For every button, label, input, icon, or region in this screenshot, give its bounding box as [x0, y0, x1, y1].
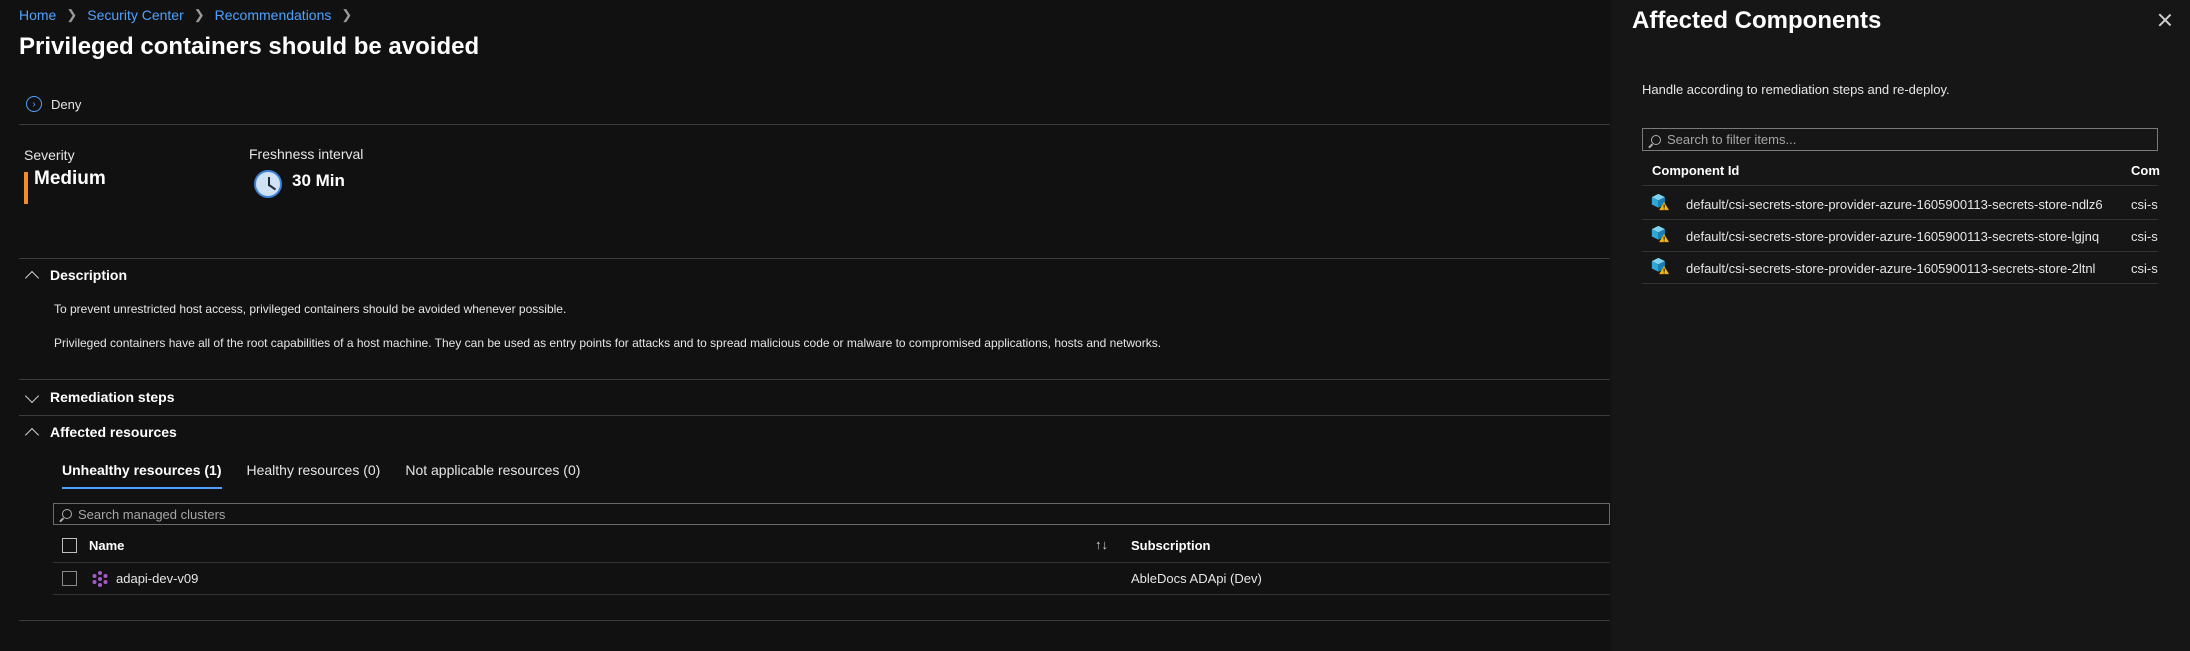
affected-resources-section-toggle[interactable]: Affected resources — [24, 424, 177, 442]
severity-value: Medium — [34, 168, 106, 189]
kubernetes-cluster-icon — [92, 571, 108, 587]
component-id-cell: default/csi-secrets-store-provider-azure… — [1686, 229, 2100, 244]
chevron-down-icon — [24, 388, 40, 403]
chevron-up-icon — [24, 270, 40, 285]
panel-title: Affected Components — [1632, 7, 1882, 34]
breadcrumb-security-center[interactable]: Security Center — [87, 7, 183, 23]
component-id-cell: default/csi-secrets-store-provider-azure… — [1686, 197, 2103, 212]
tab-not-applicable-resources[interactable]: Not applicable resources (0) — [405, 462, 580, 489]
remediation-heading: Remediation steps — [50, 389, 175, 405]
breadcrumb-recommendations[interactable]: Recommendations — [215, 7, 332, 23]
description-section-toggle[interactable]: Description — [24, 267, 128, 285]
divider — [1642, 251, 2158, 252]
page-title: Privileged containers should be avoided — [19, 33, 480, 60]
description-heading: Description — [50, 267, 128, 283]
panel-description: Handle according to remediation steps an… — [1642, 82, 1950, 97]
row-checkbox[interactable] — [62, 571, 77, 586]
chevron-right-icon: ❯ — [341, 7, 353, 22]
column-header-component-id[interactable]: Component Id — [1652, 163, 1739, 178]
deny-button[interactable]: › Deny — [26, 96, 81, 112]
divider — [19, 620, 1610, 621]
container-warning-icon — [1651, 193, 1669, 211]
sort-icon[interactable]: ↑↓ — [1095, 537, 1108, 552]
divider — [19, 124, 1610, 125]
container-warning-icon — [1651, 257, 1669, 275]
chevron-right-icon: ❯ — [193, 7, 205, 22]
select-all-checkbox[interactable] — [62, 538, 77, 553]
freshness-label: Freshness interval — [249, 146, 364, 162]
divider — [19, 258, 1610, 259]
component-second-cell: csi-s — [2131, 197, 2158, 212]
search-managed-clusters-input[interactable]: Search managed clusters — [53, 503, 1610, 525]
divider — [1642, 283, 2158, 284]
component-id-cell: default/csi-secrets-store-provider-azure… — [1686, 261, 2096, 276]
subscription-cell: AbleDocs ADApi (Dev) — [1131, 571, 1262, 586]
divider — [1642, 185, 2158, 186]
column-header-truncated[interactable]: Com — [2131, 163, 2160, 178]
description-paragraph-1: To prevent unrestricted host access, pri… — [54, 302, 567, 316]
clock-icon — [254, 170, 282, 198]
deny-label: Deny — [51, 96, 82, 112]
search-placeholder: Search managed clusters — [78, 506, 226, 522]
divider — [53, 562, 1610, 563]
tab-unhealthy-resources[interactable]: Unhealthy resources (1) — [62, 462, 222, 489]
divider — [19, 415, 1610, 416]
component-second-cell: csi-s — [2131, 261, 2158, 276]
component-second-cell: csi-s — [2131, 229, 2158, 244]
freshness-value: 30 Min — [292, 171, 345, 190]
column-header-subscription[interactable]: Subscription — [1131, 538, 1210, 553]
filter-items-input[interactable]: Search to filter items... — [1642, 128, 2158, 151]
severity-indicator — [24, 172, 28, 204]
recommendation-blade: Home ❯ Security Center ❯ Recommendations… — [0, 0, 1610, 651]
cluster-name-link[interactable]: adapi-dev-v09 — [116, 571, 198, 586]
close-icon[interactable] — [2156, 12, 2174, 30]
chevron-up-icon — [24, 427, 40, 442]
tab-healthy-resources[interactable]: Healthy resources (0) — [247, 462, 381, 489]
container-warning-icon — [1651, 225, 1669, 243]
divider — [19, 379, 1610, 380]
divider — [53, 594, 1610, 595]
breadcrumb-home[interactable]: Home — [19, 7, 56, 23]
chevron-right-icon: ❯ — [66, 7, 78, 22]
remediation-section-toggle[interactable]: Remediation steps — [24, 388, 175, 405]
severity-label: Severity — [24, 147, 75, 163]
divider — [1642, 219, 2158, 220]
filter-placeholder: Search to filter items... — [1667, 132, 1797, 147]
description-paragraph-2: Privileged containers have all of the ro… — [54, 336, 1162, 350]
column-header-name[interactable]: Name — [89, 538, 124, 553]
affected-resources-heading: Affected resources — [50, 424, 177, 440]
breadcrumb: Home ❯ Security Center ❯ Recommendations… — [19, 7, 362, 23]
search-icon — [1651, 134, 1661, 145]
search-icon — [62, 509, 72, 519]
resource-tabs: Unhealthy resources (1) Healthy resource… — [62, 462, 580, 489]
affected-components-panel: Affected Components Handle according to … — [1611, 0, 2190, 651]
deny-circle-icon: › — [26, 96, 42, 112]
